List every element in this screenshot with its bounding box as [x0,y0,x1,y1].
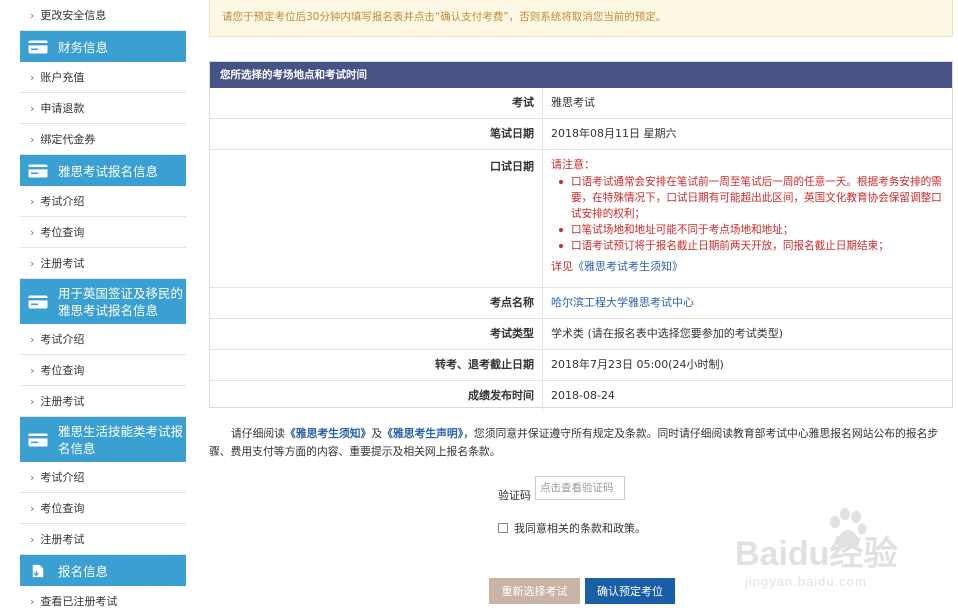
sidebar-item-exam-intro[interactable]: › 考试介绍 [20,324,186,355]
list-item: 口笔试场地和地址可能不同于考点场地和地址； [555,222,944,238]
sidebar-section-ielts[interactable]: 雅思考试报名信息 [20,155,186,186]
row-oral-date: 口试日期 请注意： 口语考试通常会安排在笔试前一周至笔试后一周的任意一天。根据考… [210,149,952,287]
candidate-guide-link[interactable]: 《雅思考生须知》 [285,427,371,440]
chevron-right-icon: › [30,533,35,546]
card-icon [28,295,48,308]
payment-notice: 请您于预定考位后30分钟内填写报名表并点击“确认支付考费”，否则系统将取消您当前… [209,0,953,37]
chevron-right-icon: › [30,71,35,84]
chevron-right-icon: › [30,226,35,239]
sidebar-item-recharge[interactable]: › 账户充值 [20,62,186,93]
chevron-right-icon: › [30,595,35,608]
row-written-date: 笔试日期 2018年08月11日 星期六 [210,118,952,149]
card-icon [28,433,48,446]
sidebar-item-refund[interactable]: › 申请退款 [20,93,186,124]
candidate-statement-link[interactable]: 《雅思考生声明》 [382,427,463,440]
sidebar-section-life-skills[interactable]: 雅思生活技能类考试报名信息 [20,417,186,462]
list-item: 口语考试预订将于报名截止日期前两天开放，同报名截止日期结束； [555,238,944,254]
oral-notice: 请注意： 口语考试通常会安排在笔试前一周至笔试后一周的任意一天。根据考务安排的需… [543,150,952,287]
confirm-booking-button[interactable]: 确认预定考位 [585,578,675,604]
row-deadline: 转考、退考截止日期 2018年7月23日 05:00(24小时制) [210,349,952,380]
sidebar-section-finance[interactable]: 财务信息 [20,31,186,62]
chevron-right-icon: › [30,502,35,515]
document-icon [32,564,44,577]
row-exam: 考试 雅思考试 [210,88,952,118]
chevron-right-icon: › [30,471,35,484]
chevron-right-icon: › [30,257,35,270]
reselect-exam-button[interactable]: 重新选择考试 [489,578,580,604]
chevron-right-icon: › [30,102,35,115]
exam-info-panel: 您所选择的考场地点和考试时间 考试 雅思考试 笔试日期 2018年08月11日 … [209,61,953,411]
sidebar-item-register[interactable]: › 注册考试 [20,386,186,417]
test-center-link[interactable]: 哈尔滨工程大学雅思考试中心 [551,296,694,309]
sidebar-item-seat-search[interactable]: › 考位查询 [20,493,186,524]
baidu-watermark: Baidu经验 jingyan.baidu.com [735,508,945,608]
card-icon [28,40,48,53]
row-result-date: 成绩发布时间 2018-08-24 [210,380,952,411]
oral-notes-list: 口语考试通常会安排在笔试前一周至笔试后一周的任意一天。根据考务安排的需要，在特殊… [551,174,944,254]
agreement-text: 请仔细阅读《雅思考生须知》及《雅思考生声明》，您须同意并保证遵守所有规定及条款。… [209,427,939,458]
sidebar-item-view-registered[interactable]: › 查看已注册考试 [20,586,186,611]
card-icon [28,164,48,177]
sidebar-item-exam-intro[interactable]: › 考试介绍 [20,462,186,493]
agree-checkbox[interactable] [498,523,508,533]
captcha-input[interactable] [535,476,625,500]
paw-logo-icon [830,508,867,548]
sidebar-item-register[interactable]: › 注册考试 [20,524,186,555]
chevron-right-icon: › [30,133,35,146]
list-item: 口语考试通常会安排在笔试前一周至笔试后一周的任意一天。根据考务安排的需要，在特殊… [555,174,944,222]
chevron-right-icon: › [30,9,35,22]
row-exam-type: 考试类型 学术类 (请在报名表中选择您要参加的考试类型) [210,318,952,349]
captcha-label: 验证码 [498,489,531,502]
sidebar-item-register[interactable]: › 注册考试 [20,248,186,279]
agree-terms[interactable]: 我同意相关的条款和政策。 [498,520,646,536]
chevron-right-icon: › [30,364,35,377]
panel-title: 您所选择的考场地点和考试时间 [210,62,952,88]
row-test-center: 考点名称 哈尔滨工程大学雅思考试中心 [210,287,952,318]
sidebar-section-ukvi[interactable]: 用于英国签证及移民的雅思考试报名信息 [20,279,186,324]
sidebar-item-seat-search[interactable]: › 考位查询 [20,355,186,386]
sidebar-section-registration-info[interactable]: 报名信息 [20,555,186,586]
sidebar: › 更改安全信息 财务信息 › 账户充值 › 申请退款 › 绑定代金券 雅思考试报名信息… [20,0,186,611]
chevron-right-icon: › [30,195,35,208]
sidebar-item-exam-intro[interactable]: › 考试介绍 [20,186,186,217]
candidate-notice-link[interactable]: 《雅思考试考生须知》 [573,260,683,273]
sidebar-item-voucher[interactable]: › 绑定代金券 [20,124,186,155]
chevron-right-icon: › [30,333,35,346]
chevron-right-icon: › [30,395,35,408]
sidebar-item-seat-search[interactable]: › 考位查询 [20,217,186,248]
sidebar-item-change-security[interactable]: › 更改安全信息 [20,0,186,31]
captcha-row: 验证码 [498,473,625,503]
